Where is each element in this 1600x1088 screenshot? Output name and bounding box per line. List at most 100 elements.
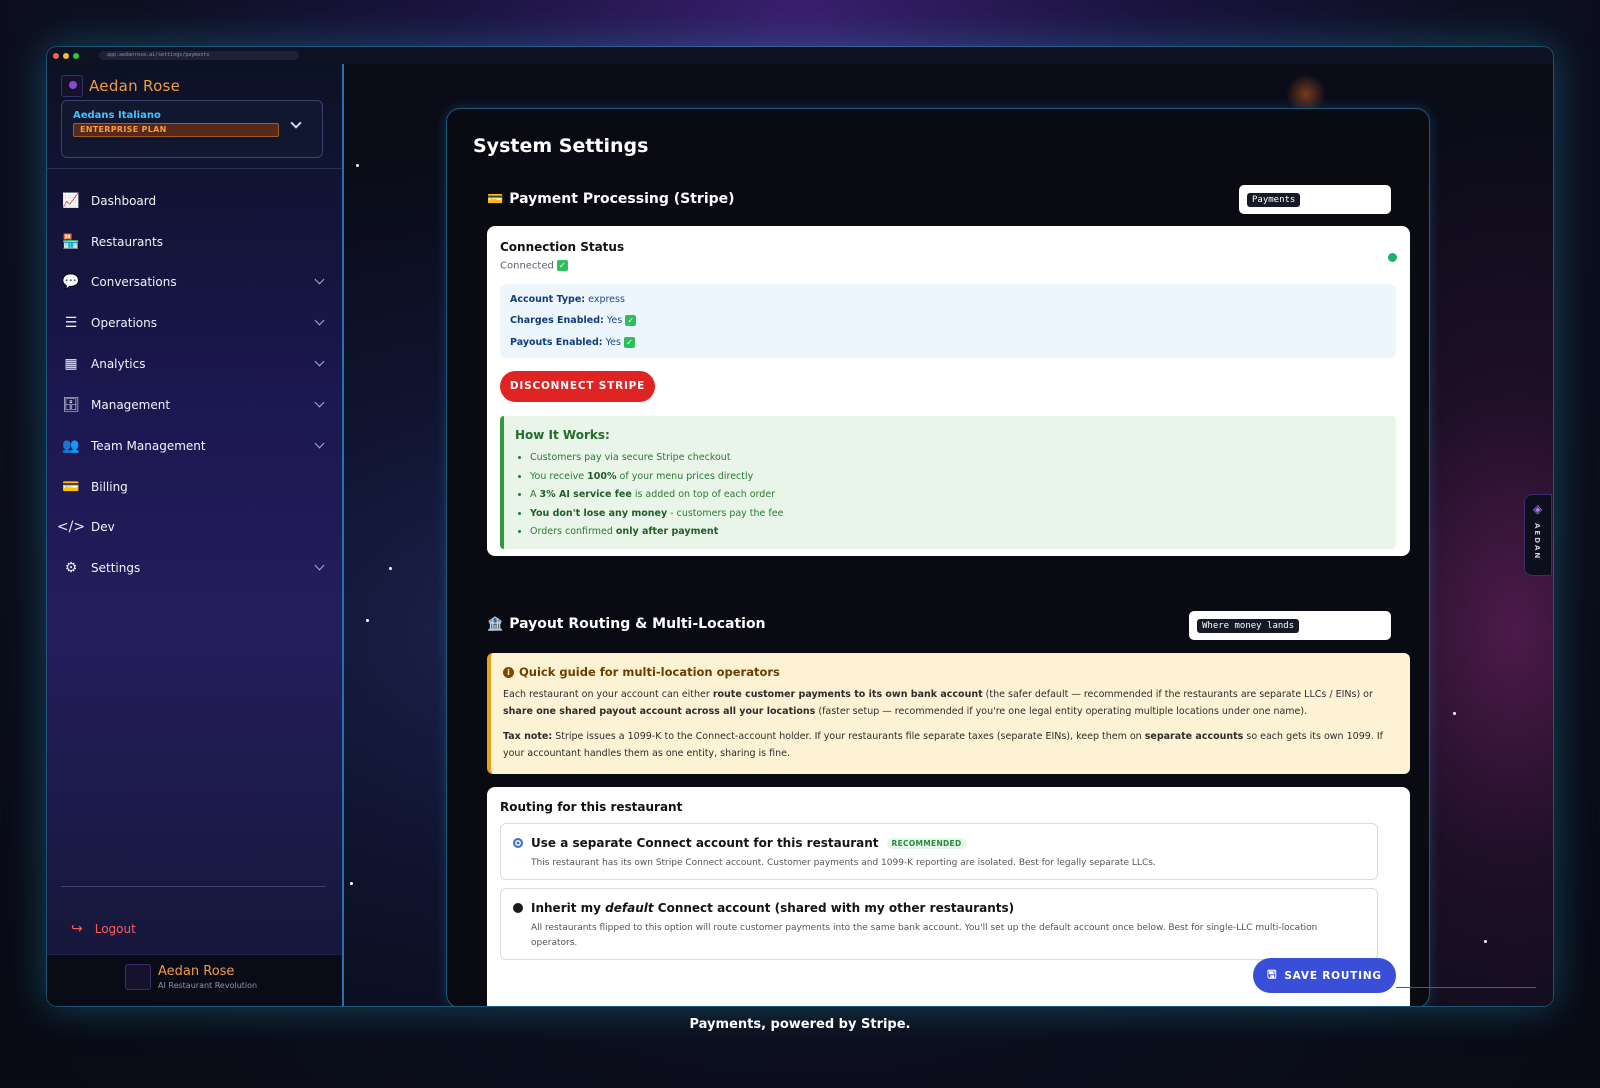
browser-titlebar: app.aedanrose.ai/settings/payments bbox=[47, 47, 1553, 64]
chevron-down-icon[interactable] bbox=[314, 397, 325, 408]
sidebar-item-label: Operations bbox=[91, 316, 157, 330]
chat-bubbles-icon: 💬 bbox=[62, 274, 80, 290]
check-icon: ✓ bbox=[556, 260, 568, 271]
how-it-works-item: A 3% AI service fee is added on top of e… bbox=[530, 486, 783, 505]
sidebar-item-dev[interactable]: </> Dev bbox=[57, 512, 327, 542]
radio-unselected[interactable] bbox=[513, 903, 523, 913]
plan-badge: ENTERPRISE PLAN bbox=[73, 123, 279, 137]
separate-account-option[interactable]: Use a separate Connect account for this … bbox=[500, 823, 1378, 880]
payments-tag: Payments bbox=[1247, 193, 1301, 207]
sidebar-item-dashboard[interactable]: 📈 Dashboard bbox=[61, 186, 327, 216]
credit-card-icon: 💳 bbox=[62, 479, 80, 495]
sidebar-item-settings[interactable]: ⚙ Settings bbox=[61, 553, 327, 583]
sidebar-item-label: Conversations bbox=[91, 275, 177, 289]
side-tab-label: AEDAN bbox=[1533, 523, 1541, 561]
sidebar-item-label: Team Management bbox=[91, 439, 206, 453]
decorative-star bbox=[350, 882, 353, 885]
aedan-side-tab[interactable]: ◈ AEDAN bbox=[1524, 494, 1552, 576]
how-it-works-box: How It Works: Customers pay via secure S… bbox=[500, 416, 1396, 549]
decorative-star bbox=[1453, 712, 1456, 715]
brand-name: Aedan Rose bbox=[89, 77, 181, 95]
credit-card-icon: 💳 bbox=[487, 191, 504, 207]
logout-button[interactable]: ↪ Logout bbox=[71, 921, 136, 937]
sidebar-item-management[interactable]: 🗄 Management bbox=[61, 390, 327, 420]
tax-note-paragraph: Tax note: Stripe issues a 1099-K to the … bbox=[503, 731, 1383, 759]
option-title: Use a separate Connect account for this … bbox=[531, 836, 967, 850]
chevron-down-icon[interactable] bbox=[314, 356, 325, 367]
payout-section-label: Payout Routing & Multi-Location bbox=[509, 616, 766, 632]
payouts-enabled-row: Payouts Enabled: Yes ✓ bbox=[510, 337, 635, 348]
decorative-line bbox=[1396, 987, 1536, 988]
routing-title: Routing for this restaurant bbox=[500, 800, 683, 814]
check-icon: ✓ bbox=[623, 337, 635, 348]
connected-status-dot bbox=[1388, 253, 1397, 262]
radio-selected[interactable] bbox=[513, 838, 523, 848]
sidebar-item-billing[interactable]: 💳 Billing bbox=[61, 472, 327, 502]
chevron-down-icon[interactable] bbox=[314, 274, 325, 285]
where-money-lands-tag: Where money lands bbox=[1197, 619, 1300, 633]
account-switcher[interactable]: Aedans Italiano ENTERPRISE PLAN bbox=[61, 100, 323, 158]
payment-section-title: 💳 Payment Processing (Stripe) bbox=[487, 191, 735, 207]
option-description: This restaurant has its own Stripe Conne… bbox=[531, 858, 1156, 868]
bar-chart-icon: ▦ bbox=[64, 356, 78, 372]
gem-icon: ◈ bbox=[1533, 502, 1543, 516]
minimize-window-dot[interactable] bbox=[63, 52, 69, 59]
store-icon: 🏪 bbox=[62, 234, 80, 250]
list-check-icon: ☰ bbox=[64, 315, 78, 331]
guide-paragraph: Each restaurant on your account can eith… bbox=[503, 689, 1373, 717]
connection-status-value: Connected ✓ bbox=[500, 260, 568, 272]
maximize-window-dot[interactable] bbox=[73, 52, 79, 59]
guide-title: i Quick guide for multi-location operato… bbox=[503, 665, 780, 679]
sidebar-item-conversations[interactable]: 💬 Conversations bbox=[61, 267, 327, 297]
decorative-star bbox=[389, 567, 392, 570]
settings-panel: System Settings 💳 Payment Processing (St… bbox=[446, 108, 1430, 1006]
chart-line-icon: 📈 bbox=[62, 193, 80, 209]
charges-enabled-row: Charges Enabled: Yes ✓ bbox=[510, 315, 637, 326]
payment-section-label: Payment Processing (Stripe) bbox=[509, 191, 735, 207]
how-it-works-list: Customers pay via secure Stripe checkout… bbox=[530, 449, 783, 542]
option-title: Inherit my default Connect account (shar… bbox=[531, 901, 1015, 915]
app-window: app.aedanrose.ai/settings/payments Aedan… bbox=[47, 47, 1553, 1006]
check-icon: ✓ bbox=[625, 315, 637, 326]
main-content: System Settings 💳 Payment Processing (St… bbox=[344, 64, 1553, 1006]
chevron-down-icon[interactable] bbox=[314, 438, 325, 449]
payout-section-title: 🏦 Payout Routing & Multi-Location bbox=[487, 616, 766, 632]
account-info-box: Account Type: express Charges Enabled: Y… bbox=[500, 284, 1396, 358]
save-routing-button[interactable]: 🖫 SAVE ROUTING bbox=[1253, 958, 1396, 993]
sidebar-item-restaurants[interactable]: 🏪 Restaurants bbox=[61, 227, 327, 257]
inherit-default-option[interactable]: Inherit my default Connect account (shar… bbox=[500, 888, 1378, 960]
how-it-works-item: You receive 100% of your menu prices dir… bbox=[530, 468, 783, 487]
sidebar-item-label: Dev bbox=[91, 520, 115, 534]
sidebar: Aedan Rose Aedans Italiano ENTERPRISE PL… bbox=[47, 64, 344, 1006]
url-bar[interactable]: app.aedanrose.ai/settings/payments bbox=[99, 51, 299, 60]
footer-tagline: AI Restaurant Revolution bbox=[158, 981, 258, 990]
chevron-down-icon[interactable] bbox=[290, 117, 302, 129]
recommended-badge: RECOMMENDED bbox=[886, 838, 967, 849]
connection-status-title: Connection Status bbox=[500, 240, 625, 254]
decorative-star bbox=[356, 164, 359, 167]
chevron-down-icon[interactable] bbox=[314, 315, 325, 326]
account-name: Aedans Italiano bbox=[73, 110, 161, 121]
sidebar-item-label: Billing bbox=[91, 480, 128, 494]
footer-logo-icon bbox=[125, 964, 151, 990]
sidebar-divider bbox=[47, 168, 342, 169]
sidebar-item-analytics[interactable]: ▦ Analytics bbox=[61, 349, 327, 379]
save-routing-label: SAVE ROUTING bbox=[1284, 969, 1382, 982]
how-it-works-item: Customers pay via secure Stripe checkout bbox=[530, 449, 783, 468]
brand[interactable]: Aedan Rose bbox=[61, 75, 180, 97]
disconnect-stripe-button[interactable]: DISCONNECT STRIPE bbox=[500, 371, 655, 402]
payments-tag-box: Payments bbox=[1239, 185, 1391, 214]
sidebar-item-operations[interactable]: ☰ Operations bbox=[61, 308, 327, 338]
how-it-works-title: How It Works: bbox=[515, 428, 610, 442]
sidebar-item-label: Analytics bbox=[91, 357, 146, 371]
close-window-dot[interactable] bbox=[53, 52, 59, 59]
guide-title-label: Quick guide for multi-location operators bbox=[519, 665, 780, 679]
gear-icon: ⚙ bbox=[64, 560, 78, 576]
footer-brand-name: Aedan Rose bbox=[158, 964, 235, 979]
sidebar-item-team-management[interactable]: 👥 Team Management bbox=[61, 431, 327, 461]
page-title: System Settings bbox=[473, 135, 649, 157]
decorative-star bbox=[366, 619, 369, 622]
chevron-down-icon[interactable] bbox=[314, 560, 325, 571]
option-description: All restaurants flipped to this option w… bbox=[531, 923, 1318, 948]
page-caption: Payments, powered by Stripe. bbox=[689, 1017, 911, 1032]
